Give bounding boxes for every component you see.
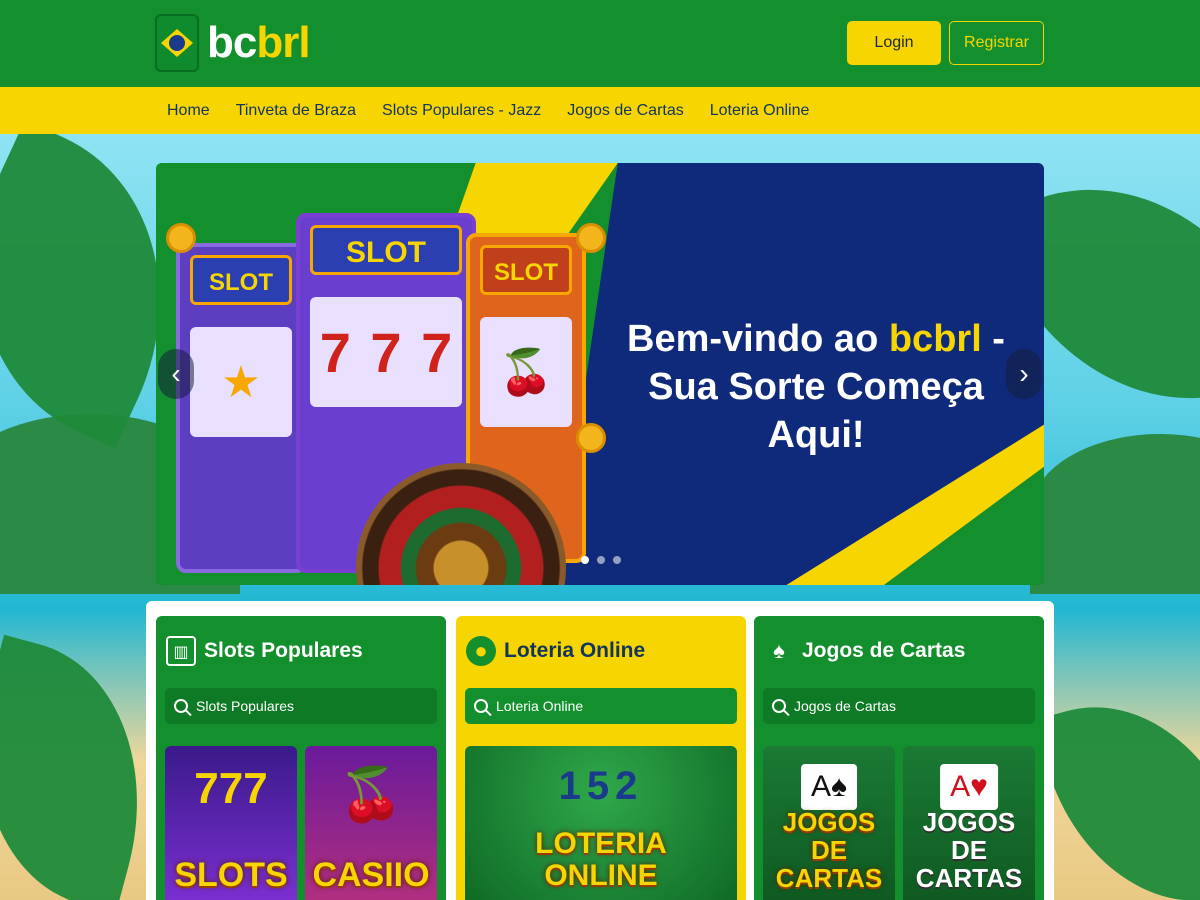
banner-headline: Bem-vindo ao bcbrl - Sua Sorte Começa Aq… (627, 318, 1005, 456)
palm-leaf-bottom-right (1034, 675, 1200, 900)
login-button[interactable]: Login (847, 21, 941, 65)
game-thumbnail-casino[interactable]: 🍒 CASIIO (305, 746, 437, 900)
nav-item-loteria-online[interactable]: Loteria Online (710, 102, 810, 120)
brand-name-yellow: brl (256, 18, 310, 67)
card-title: Loteria Online (504, 639, 646, 662)
search-icon (174, 699, 188, 713)
slot-machine-left: SLOT ★ (176, 243, 306, 573)
banner-headline-line2: Sua Sorte Começa Aqui! (648, 366, 984, 456)
carousel-prev-button[interactable]: ‹ (158, 349, 194, 399)
search-icon (474, 699, 488, 713)
slot-machines-illustration: SLOT ★ SLOT 777 SLOT 🍒 (166, 193, 606, 585)
lottery-ball-icon: ● (466, 636, 496, 666)
game-thumbnail-loteria[interactable]: 152 LOTERIA ONLINE (465, 746, 737, 900)
search-input[interactable]: Jogos de Cartas (763, 688, 1035, 724)
carousel-dots (581, 556, 621, 564)
nav-item-tinveta-de-braza[interactable]: Tinveta de Braza (236, 102, 356, 120)
coin-icon (576, 423, 606, 453)
card-slots-populares: ▥ Slots Populares Slots Populares 777 SL… (156, 616, 446, 900)
nav-item-jogos-de-cartas[interactable]: Jogos de Cartas (567, 102, 684, 120)
slot-machine-icon: ▥ (166, 636, 196, 666)
card-loteria-online: ● Loteria Online Loteria Online 152 LOTE… (456, 616, 746, 900)
banner-headline-brand: bcbrl (888, 318, 982, 360)
card-title: Slots Populares (204, 639, 363, 662)
mountain-right (1030, 434, 1200, 594)
top-header: bcbrl Login Registrar (0, 0, 1200, 87)
site-logo[interactable]: bcbrl (155, 14, 311, 72)
main-navigation: Home Tinveta de Braza Slots Populares - … (0, 87, 1200, 134)
playing-cards-icon: ♠ (773, 638, 785, 663)
game-thumbnail-jogos-de-cartas[interactable]: A♠ JOGOS DE CARTAS (763, 746, 895, 900)
hero-banner-carousel[interactable]: SLOT ★ SLOT 777 SLOT 🍒 Bem-vindo ao bcbr… (156, 163, 1044, 585)
search-icon (772, 699, 786, 713)
card-title: Jogos de Cartas (802, 639, 966, 662)
carousel-dot[interactable] (613, 556, 621, 564)
brand-name-white: bc (207, 18, 257, 67)
game-thumbnail-jogos-de-cartas[interactable]: A♥ JOGOS DE CARTAS (903, 746, 1035, 900)
category-section: ▥ Slots Populares Slots Populares 777 SL… (146, 601, 1054, 900)
brazil-flag-icon (155, 14, 199, 72)
coin-icon (576, 223, 606, 253)
coin-icon (166, 223, 196, 253)
search-input[interactable]: Loteria Online (465, 688, 737, 724)
carousel-next-button[interactable]: › (1006, 349, 1042, 399)
nav-item-slots-populares-jazz[interactable]: Slots Populares - Jazz (382, 102, 541, 120)
game-thumbnail-slots[interactable]: 777 SLOTS (165, 746, 297, 900)
search-input[interactable]: Slots Populares (165, 688, 437, 724)
nav-item-home[interactable]: Home (167, 102, 210, 120)
card-jogos-de-cartas: ♠ Jogos de Cartas Jogos de Cartas A♠ JOG… (754, 616, 1044, 900)
carousel-dot[interactable] (581, 556, 589, 564)
register-button[interactable]: Registrar (949, 21, 1044, 65)
carousel-dot[interactable] (597, 556, 605, 564)
brand-name: bcbrl (207, 14, 311, 72)
